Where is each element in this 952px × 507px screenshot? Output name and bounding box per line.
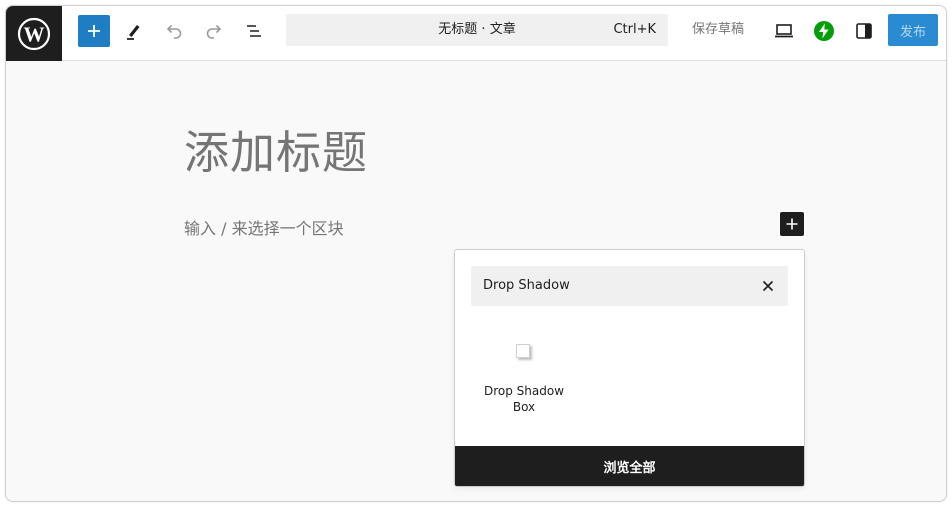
preview-button[interactable] [768,15,800,47]
tools-button[interactable] [118,15,150,47]
block-inserter-popover: Drop Shadow Drop Shadow Box 浏览全部 [454,249,805,487]
keyboard-shortcut: Ctrl+K [613,22,656,37]
redo-button[interactable] [198,15,230,47]
editor-window: W 无标题 · 文章 Ctrl+K 保存草稿 发布 添加标题 输入 / 来选择一… [5,5,947,502]
block-search-box: Drop Shadow [471,266,788,306]
plus-icon [786,218,798,230]
jetpack-bolt-icon [814,21,834,41]
browse-all-button[interactable]: 浏览全部 [455,446,804,486]
close-icon [762,280,774,292]
block-result-label: Drop Shadow Box [483,384,565,414]
post-title-field[interactable]: 添加标题 [184,116,368,181]
inline-inserter-button[interactable] [780,212,804,236]
undo-icon [166,24,182,39]
list-view-icon [247,25,261,37]
jetpack-button[interactable] [808,15,840,47]
add-block-button[interactable] [78,15,110,47]
pencil-icon [127,25,140,40]
block-appender-placeholder[interactable]: 输入 / 来选择一个区块 [184,215,344,239]
document-title: 无标题 · 文章 [438,22,516,37]
block-result-drop-shadow-box[interactable]: Drop Shadow Box [471,330,577,426]
undo-button[interactable] [158,15,190,47]
plus-icon [88,25,100,37]
sidebar-toggle-icon [856,23,872,39]
command-palette-bar[interactable]: 无标题 · 文章 Ctrl+K [286,14,668,46]
laptop-icon [775,24,793,38]
document-overview-button[interactable] [238,15,270,47]
drop-shadow-box-icon [516,344,530,358]
settings-sidebar-button[interactable] [848,15,880,47]
publish-button[interactable]: 发布 [888,14,938,46]
svg-text:W: W [24,22,45,46]
wordpress-logo-icon[interactable]: W [6,6,62,61]
top-toolbar: W 无标题 · 文章 Ctrl+K 保存草稿 发布 [6,6,946,61]
clear-search-button[interactable] [758,276,778,296]
redo-icon [206,24,222,39]
block-search-input[interactable]: Drop Shadow [483,266,743,306]
save-draft-button[interactable]: 保存草稿 [686,14,750,46]
